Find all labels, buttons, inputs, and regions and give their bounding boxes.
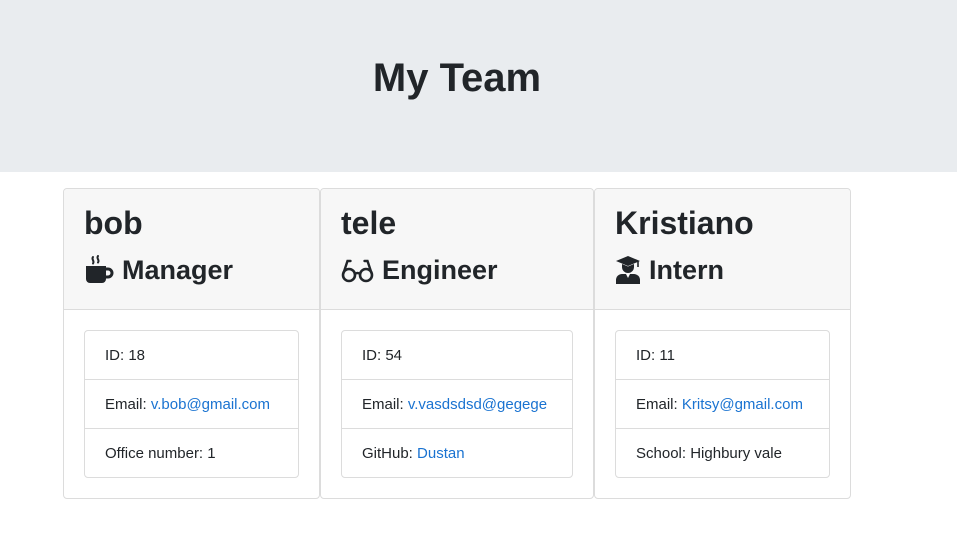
email-link[interactable]: Kritsy@gmail.com	[682, 396, 803, 413]
employee-name: Kristiano	[615, 205, 754, 241]
info-id: ID: 11	[616, 331, 829, 380]
id-value: 11	[659, 346, 675, 364]
card-header: tele Engineer	[321, 189, 593, 310]
card-header: Kristiano Intern	[595, 189, 850, 310]
email-label: Email:	[105, 395, 147, 413]
id-value: 18	[128, 346, 146, 364]
info-email: Email: v.vasdsdsd@gegege	[342, 380, 572, 429]
graduate-icon	[615, 255, 641, 285]
employee-name: bob	[84, 205, 143, 241]
employee-role: Engineer	[341, 252, 498, 288]
id-label: ID:	[105, 346, 125, 364]
employee-name: tele	[341, 205, 397, 241]
office-number-label: Office number:	[105, 444, 204, 462]
info-email: Email: v.bob@gmail.com	[85, 380, 298, 429]
info-email: Email: Kritsy@gmail.com	[616, 380, 829, 429]
info-id: ID: 18	[85, 331, 298, 380]
role-label: Engineer	[382, 255, 498, 285]
card-header: bob Manager	[64, 189, 319, 310]
github-label: GitHub:	[362, 444, 413, 462]
employee-role: Intern	[615, 252, 724, 288]
info-id: ID: 54	[342, 331, 572, 380]
id-label: ID:	[636, 346, 656, 364]
email-link[interactable]: v.vasdsdsd@gegege	[408, 396, 547, 413]
employee-card-manager: bob Manager ID: 18 Email: v.bob@gmail.co…	[63, 188, 320, 499]
info-office-number: Office number: 1	[85, 429, 298, 477]
header-jumbotron: My Team	[0, 0, 957, 172]
email-label: Email:	[362, 395, 404, 413]
employee-role: Manager	[84, 252, 233, 288]
mug-icon	[84, 255, 114, 285]
email-link[interactable]: v.bob@gmail.com	[151, 396, 270, 413]
office-number-value: 1	[207, 444, 216, 462]
info-list: ID: 18 Email: v.bob@gmail.com Office num…	[84, 330, 299, 478]
info-list: ID: 11 Email: Kritsy@gmail.com School: H…	[615, 330, 830, 478]
id-label: ID:	[362, 346, 382, 364]
employee-card-intern: Kristiano Intern ID: 11 Email: Kritsy@gm…	[594, 188, 851, 499]
info-list: ID: 54 Email: v.vasdsdsd@gegege GitHub: …	[341, 330, 573, 478]
school-value: Highbury vale	[690, 444, 782, 462]
info-github: GitHub: Dustan	[342, 429, 572, 477]
info-school: School: Highbury vale	[616, 429, 829, 477]
id-value: 54	[385, 346, 403, 364]
github-link[interactable]: Dustan	[417, 445, 465, 462]
role-label: Intern	[649, 255, 725, 285]
school-label: School:	[636, 444, 687, 462]
email-label: Email:	[636, 395, 678, 413]
role-label: Manager	[122, 255, 234, 285]
glasses-icon	[341, 255, 374, 285]
page-title: My Team	[372, 56, 542, 100]
employee-card-engineer: tele Engineer ID: 54 Email: v.vasdsdsd@g…	[320, 188, 594, 499]
